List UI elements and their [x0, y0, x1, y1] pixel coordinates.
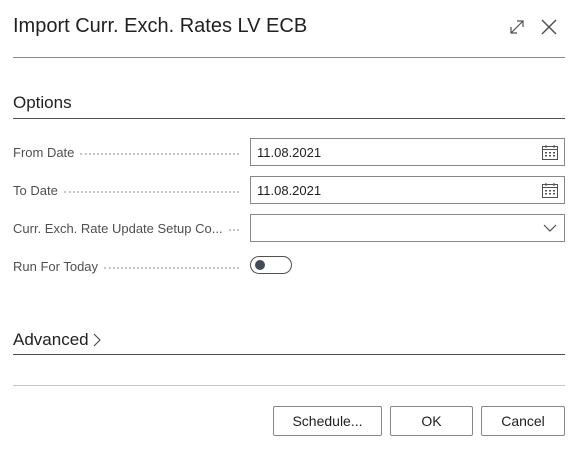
to-date-value[interactable]: 11.08.2021 [251, 183, 536, 198]
schedule-button[interactable]: Schedule... [273, 406, 382, 436]
update-setup-code-dropdown[interactable] [250, 214, 565, 242]
expand-button[interactable] [504, 14, 530, 40]
calendar-icon[interactable] [536, 139, 564, 165]
calendar-icon[interactable] [536, 177, 564, 203]
from-date-field[interactable]: 11.08.2021 [250, 138, 565, 166]
options-section-title[interactable]: Options [13, 93, 72, 113]
chevron-right-icon[interactable] [92, 332, 102, 348]
cancel-button[interactable]: Cancel [481, 406, 565, 436]
advanced-section-title[interactable]: Advanced [13, 330, 89, 350]
dialog-header: Import Curr. Exch. Rates LV ECB [0, 0, 580, 58]
run-for-today-label: Run For Today [13, 256, 243, 276]
expand-icon [510, 20, 524, 34]
toggle-knob [255, 260, 265, 270]
close-button[interactable] [536, 14, 562, 40]
chevron-down-icon[interactable] [536, 215, 564, 241]
run-for-today-toggle[interactable] [250, 256, 292, 274]
from-date-value[interactable]: 11.08.2021 [251, 145, 536, 160]
label-dots [228, 229, 239, 231]
footer-divider [13, 385, 565, 386]
ok-button[interactable]: OK [390, 406, 473, 436]
to-date-field[interactable]: 11.08.2021 [250, 176, 565, 204]
from-date-label: From Date [13, 142, 243, 162]
advanced-section-header[interactable]: Advanced [13, 330, 102, 350]
update-setup-code-label: Curr. Exch. Rate Update Setup Co... [13, 218, 243, 238]
advanced-divider [13, 354, 565, 355]
header-divider [13, 57, 565, 58]
close-icon [541, 19, 557, 35]
label-dots [104, 267, 239, 269]
to-date-label: To Date [13, 180, 243, 200]
label-dots [80, 153, 239, 155]
options-divider [13, 118, 565, 119]
label-dots [63, 191, 239, 193]
dialog-title: Import Curr. Exch. Rates LV ECB [13, 15, 308, 37]
